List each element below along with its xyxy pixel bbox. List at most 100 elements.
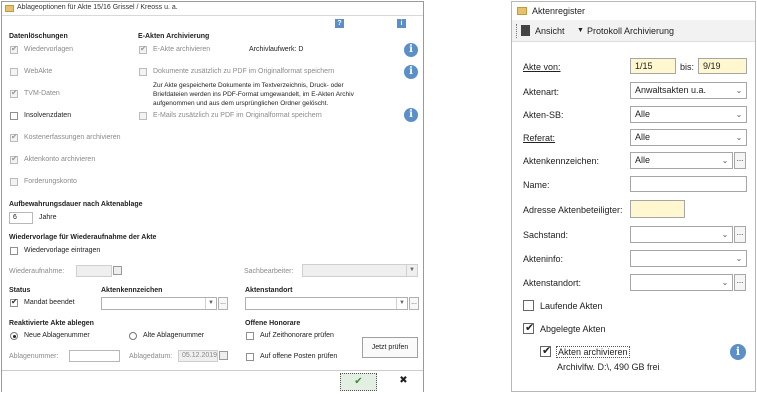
sachstand-label: Sachstand: [523, 230, 569, 240]
info-square-icon[interactable]: i [397, 19, 406, 28]
ablagedatum-input[interactable]: 05.12.2019 [178, 350, 218, 362]
e-akte-label: E-Akte archivieren [153, 46, 211, 53]
ablagedatum-label: Ablagedatum: [129, 353, 173, 360]
chevron-down-icon: ▼ [205, 298, 216, 309]
calendar-icon[interactable] [113, 266, 122, 275]
help-icon[interactable]: ? [335, 19, 344, 28]
emails-original-checkbox[interactable] [139, 112, 147, 120]
akten-sb-label: Akten-SB: [523, 110, 564, 120]
alte-ablagenummer-radio[interactable] [129, 332, 137, 340]
wiedervorlagen-label: Wiedervorlagen [24, 46, 74, 53]
wiedervorlage-eintragen-checkbox[interactable] [10, 247, 18, 255]
cancel-button[interactable]: ✖ [388, 373, 419, 391]
referat-label: Referat: [523, 133, 556, 143]
akten-sb-value: Alle [635, 109, 651, 119]
laufende-akten-checkbox[interactable] [523, 300, 534, 311]
neue-ablagenummer-radio[interactable] [10, 332, 18, 340]
aktenstandort-select[interactable]: ⌄ [630, 274, 733, 291]
chevron-down-icon: ⌄ [721, 230, 729, 239]
aktenkennzeichen-heading: Aktenkennzeichen [101, 287, 163, 294]
offene-posten-checkbox[interactable] [246, 353, 254, 361]
wiedervorlage-heading: Wiedervorlage für Wiederaufnahme der Akt… [9, 234, 157, 241]
aktenkennzeichen-more-button[interactable]: ... [734, 152, 746, 169]
akteninfo-select[interactable]: ⌄ [630, 250, 747, 267]
folder-icon [517, 7, 527, 15]
aufbewahrung-heading: Aufbewahrungsdauer nach Aktenablage [9, 201, 143, 208]
akte-von-input[interactable]: 1/15 [630, 58, 676, 74]
referat-value: Alle [635, 132, 651, 142]
bis-input[interactable]: 9/19 [698, 58, 747, 74]
sachstand-select[interactable]: ⌄ [630, 226, 733, 243]
zeithonorare-label: Auf Zeithonorare prüfen [260, 332, 334, 339]
neue-ablagenummer-label: Neue Ablagenummer [24, 332, 90, 339]
ablagenummer-input[interactable] [69, 350, 120, 362]
akte-von-label: Akte von: [523, 62, 561, 72]
chevron-down-icon: ▼ [396, 298, 407, 309]
aktenkennzeichen-more-button[interactable]: ... [218, 297, 228, 310]
aktenkonto-label: Aktenkonto archivieren [24, 156, 96, 163]
sachstand-more-button[interactable]: ... [734, 226, 746, 243]
tvm-daten-checkbox[interactable] [10, 88, 18, 98]
sachbearbeiter-select[interactable]: ▼ [302, 264, 418, 277]
mandat-beendet-label: Mandat beendet [24, 299, 75, 306]
aktenkonto-checkbox[interactable] [10, 154, 18, 164]
zeithonorare-checkbox[interactable] [246, 332, 254, 340]
calendar-icon[interactable] [219, 351, 228, 360]
aktenregister-panel: Aktenregister Ansicht ▼ Protokoll Archiv… [511, 1, 756, 392]
dialog-titlebar: Ablageoptionen für Akte 15/16 Grissel / … [2, 2, 423, 16]
dialog-title: Ablageoptionen für Akte 15/16 Grissel / … [17, 4, 178, 11]
forderungskonto-checkbox[interactable] [10, 178, 18, 186]
referat-select[interactable]: Alle ⌄ [630, 129, 747, 146]
info-icon-emails[interactable]: i [404, 108, 418, 122]
chevron-down-icon: ▼ [406, 265, 417, 276]
chevron-down-icon: ⌄ [735, 86, 743, 95]
aktenart-label: Aktenart: [523, 87, 560, 97]
insolvenzdaten-checkbox[interactable] [10, 112, 18, 120]
reaktiviert-heading: Reaktivierte Akte ablegen [9, 320, 94, 327]
aktenstandort-more-button[interactable]: ... [409, 297, 419, 310]
bis-label: bis: [680, 62, 695, 72]
earchiv-description: Zur Akte gespeicherte Dokumente im Textv… [153, 82, 354, 107]
name-input[interactable] [630, 176, 747, 192]
webakte-checkbox[interactable] [10, 68, 18, 76]
kostenerfassungen-checkbox[interactable] [10, 132, 18, 142]
aktenregister-title: Aktenregister [532, 6, 586, 16]
ablageoptionen-dialog: Ablageoptionen für Akte 15/16 Grissel / … [1, 1, 424, 392]
aufbewahrung-jahre-input[interactable]: 6 [9, 212, 33, 224]
aktenstandort-label: Aktenstandort: [523, 278, 582, 288]
sachbearbeiter-label: Sachbearbeiter: [244, 268, 294, 275]
aktenstandort-more-button[interactable]: ... [734, 274, 746, 291]
ok-button[interactable]: ✔ [340, 373, 377, 391]
aktenkennzeichen-value: Alle [635, 155, 651, 165]
akten-sb-select[interactable]: Alle ⌄ [630, 106, 747, 123]
jetzt-pruefen-button[interactable]: Jetzt prüfen [362, 337, 418, 358]
grip-icon [516, 24, 519, 38]
ansicht-menu[interactable]: Ansicht [535, 26, 565, 36]
wiederaufnahme-label: Wiederaufnahme: [9, 268, 65, 275]
aktenstandort-heading: Aktenstandort [245, 287, 293, 294]
e-akte-checkbox[interactable] [139, 44, 147, 54]
mandat-beendet-checkbox[interactable] [10, 297, 18, 307]
info-icon-archiv[interactable]: i [730, 344, 746, 360]
wiederaufnahme-date-input[interactable] [76, 265, 112, 277]
emails-original-label: E-Mails zusätzlich zu PDF im Originalfor… [153, 112, 322, 119]
tvm-daten-label: TVM-Daten [24, 90, 60, 97]
adresse-input[interactable] [630, 200, 685, 218]
akten-archivieren-checkbox[interactable] [540, 344, 551, 357]
akten-archivieren-label: Akten archivieren [556, 346, 630, 358]
aktenkennzeichen-select[interactable]: ▼ [101, 297, 217, 310]
insolvenzdaten-label: Insolvenzdaten [24, 112, 72, 119]
info-icon-dokumente[interactable]: i [404, 65, 418, 79]
wiedervorlagen-checkbox[interactable] [10, 44, 18, 54]
info-icon-earchiv[interactable]: i [404, 43, 418, 57]
protokoll-menu[interactable]: Protokoll Archivierung [587, 26, 674, 36]
abgelegte-akten-checkbox[interactable] [523, 321, 534, 334]
dokumente-original-checkbox[interactable] [139, 68, 147, 76]
aktenkennzeichen-select[interactable]: Alle ⌄ [630, 152, 733, 169]
ablagenummer-label: Ablagenummer: [9, 353, 59, 360]
webakte-label: WebAkte [24, 68, 53, 75]
aktenstandort-select[interactable]: ▼ [245, 297, 408, 310]
aktenart-select[interactable]: Anwaltsakten u.a. ⌄ [630, 82, 747, 99]
laufende-akten-label: Laufende Akten [540, 301, 603, 311]
folder-icon [5, 5, 14, 12]
